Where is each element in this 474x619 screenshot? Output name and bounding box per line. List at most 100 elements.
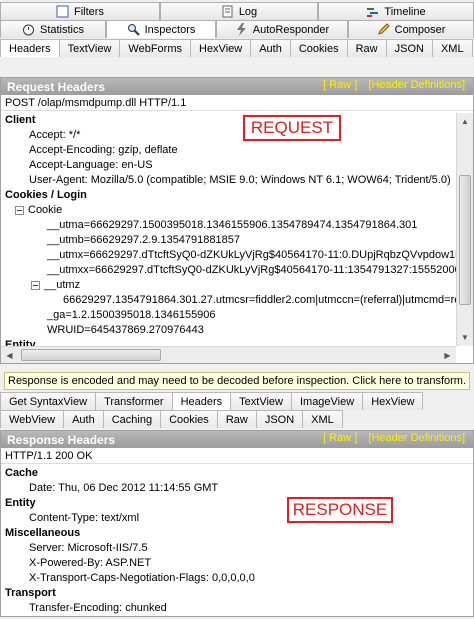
response-tab-get-syntaxview[interactable]: Get SyntaxView <box>0 392 97 410</box>
decode-notice-bar[interactable]: Response is encoded and may need to be d… <box>4 372 470 390</box>
response-tab-xml[interactable]: XML <box>302 410 343 428</box>
response-tab-headers[interactable]: Headers <box>171 392 232 410</box>
scroll-thumb[interactable] <box>459 175 471 305</box>
tab-composer[interactable]: Composer <box>348 20 474 38</box>
response-tab-auth[interactable]: Auth <box>63 410 104 428</box>
group-transport[interactable]: Transport <box>1 586 473 601</box>
request-inspector-tabs: Headers TextView WebForms HexView Auth C… <box>0 39 474 57</box>
magnifier-icon <box>127 23 140 36</box>
request-raw-link[interactable]: [ Raw ] <box>323 79 357 91</box>
tab-inspectors-label: Inspectors <box>144 23 196 36</box>
request-tab-xml[interactable]: XML <box>431 39 473 57</box>
stopwatch-icon <box>22 23 35 36</box>
response-header-definitions-link[interactable]: [Header Definitions] <box>368 432 465 444</box>
header-user-agent[interactable]: User-Agent: Mozilla/5.0 (compatible; MSI… <box>1 173 456 188</box>
request-tab-cookies[interactable]: Cookies <box>289 39 348 57</box>
tab-autoresponder-label: AutoResponder <box>252 23 330 36</box>
header-content-type[interactable]: Content-Type: text/xml <box>1 511 473 526</box>
tab-statistics[interactable]: Statistics <box>0 20 106 38</box>
tab-autoresponder[interactable]: AutoResponder <box>216 20 348 38</box>
response-tab-cookies[interactable]: Cookies <box>160 410 218 428</box>
request-tree: Client Accept: */* Accept-Encoding: gzip… <box>1 113 456 346</box>
collapse-toggle-icon[interactable] <box>31 280 40 290</box>
request-label: REQUEST <box>243 115 341 141</box>
header-server[interactable]: Server: Microsoft-IIS/7.5 <box>1 541 473 556</box>
header-transfer-encoding[interactable]: Transfer-Encoding: chunked <box>1 601 473 616</box>
group-client[interactable]: Client <box>1 113 456 128</box>
cookie-utma[interactable]: __utma=66629297.1500395018.1346155906.13… <box>1 218 456 233</box>
scroll-thumb[interactable] <box>21 349 161 361</box>
tab-statistics-label: Statistics <box>39 23 84 36</box>
response-tree: Cache Date: Thu, 06 Dec 2012 11:14:55 GM… <box>1 466 473 616</box>
request-headers-panel: Request Headers [ Raw ] [Header Definiti… <box>0 77 474 364</box>
header-date[interactable]: Date: Thu, 06 Dec 2012 11:14:55 GMT <box>1 481 473 496</box>
utmz-node[interactable]: __utmz <box>1 278 456 293</box>
utmz-value[interactable]: 66629297.1354791864.301.27.utmcsr=fiddle… <box>1 293 456 308</box>
request-horizontal-scrollbar[interactable]: ◀ ▶ <box>1 346 456 363</box>
timeline-icon <box>366 5 379 18</box>
request-tab-headers[interactable]: Headers <box>0 39 60 57</box>
collapse-toggle-icon[interactable] <box>15 205 24 215</box>
lightning-icon <box>235 23 248 36</box>
response-tab-transformer[interactable]: Transformer <box>95 392 173 410</box>
group-entity[interactable]: Entity <box>1 496 473 511</box>
cookie-wruid[interactable]: WRUID=645437869.270976443 <box>1 323 456 338</box>
tab-timeline-label: Timeline <box>384 5 426 18</box>
request-headers-title: Request Headers <box>7 79 106 94</box>
cookie-node-label: Cookie <box>28 204 63 216</box>
tab-timeline[interactable]: Timeline <box>318 2 474 20</box>
cookie-ga[interactable]: _ga=1.2.1500395018.1346155906 <box>1 308 456 323</box>
request-vertical-scrollbar[interactable]: ▲ ▼ <box>456 113 473 346</box>
response-tab-webview[interactable]: WebView <box>0 410 65 428</box>
top-tab-row-2: Statistics Inspectors AutoResponder Comp… <box>0 20 474 38</box>
scroll-right-icon[interactable]: ▶ <box>439 347 456 363</box>
tab-inspectors[interactable]: Inspectors <box>106 20 216 38</box>
top-tab-row-1: Filters Log Timeline <box>0 2 474 20</box>
header-accept[interactable]: Accept: */* <box>1 128 456 143</box>
response-headers-panel: Response Headers [ Raw ] [Header Definit… <box>0 430 474 617</box>
cookie-node[interactable]: Cookie <box>1 203 456 218</box>
header-accept-encoding[interactable]: Accept-Encoding: gzip, deflate <box>1 143 456 158</box>
group-miscellaneous[interactable]: Miscellaneous <box>1 526 473 541</box>
header-x-powered-by[interactable]: X-Powered-By: ASP.NET <box>1 556 473 571</box>
request-header-definitions-link[interactable]: [Header Definitions] <box>368 79 465 91</box>
response-tab-raw[interactable]: Raw <box>216 410 257 428</box>
checkbox-icon <box>56 5 69 18</box>
group-cache[interactable]: Cache <box>1 466 473 481</box>
response-tab-imageview[interactable]: ImageView <box>290 392 364 410</box>
request-tab-auth[interactable]: Auth <box>250 39 291 57</box>
tab-log[interactable]: Log <box>160 2 318 20</box>
log-icon <box>221 5 234 18</box>
cookie-utmb[interactable]: __utmb=66629297.2.9.1354791881857 <box>1 233 456 248</box>
response-headers-title: Response Headers <box>7 432 116 447</box>
request-headers-bar: Request Headers [ Raw ] [Header Definiti… <box>1 78 473 95</box>
tab-log-label: Log <box>238 5 258 18</box>
cookie-utmx[interactable]: __utmx=66629297.dTtcftSyQ0-dZKUkLyVjRg$4… <box>1 248 456 263</box>
response-inspector-tabs: Get SyntaxView Transformer Headers TextV… <box>0 392 474 428</box>
response-raw-link[interactable]: [ Raw ] <box>323 432 357 444</box>
header-x-transport-caps[interactable]: X-Transport-Caps-Negotiation-Flags: 0,0,… <box>1 571 473 586</box>
request-tab-textview[interactable]: TextView <box>58 39 121 57</box>
group-entity[interactable]: Entity <box>1 338 456 346</box>
scroll-left-icon[interactable]: ◀ <box>1 347 18 363</box>
request-tab-hexview[interactable]: HexView <box>190 39 252 57</box>
request-tab-raw[interactable]: Raw <box>346 39 387 57</box>
tab-filters-label: Filters <box>74 5 104 18</box>
response-label: RESPONSE <box>287 497 393 523</box>
response-headers-bar: Response Headers [ Raw ] [Header Definit… <box>1 431 473 448</box>
response-tab-hexview[interactable]: HexView <box>362 392 424 410</box>
response-tab-json[interactable]: JSON <box>255 410 304 428</box>
tab-composer-label: Composer <box>394 23 446 36</box>
tab-filters[interactable]: Filters <box>0 2 160 20</box>
group-cookies-login[interactable]: Cookies / Login <box>1 188 456 203</box>
response-tab-textview[interactable]: TextView <box>230 392 292 410</box>
request-line: POST /olap/msmdpump.dll HTTP/1.1 <box>1 95 473 111</box>
pencil-icon <box>377 23 390 36</box>
cookie-utmxx[interactable]: __utmxx=66629297.dTtcftSyQ0-dZKUkLyVjRg$… <box>1 263 456 278</box>
response-tab-caching[interactable]: Caching <box>102 410 162 428</box>
request-tab-json[interactable]: JSON <box>385 39 433 57</box>
scroll-down-icon[interactable]: ▼ <box>457 329 473 346</box>
scroll-up-icon[interactable]: ▲ <box>457 113 473 130</box>
request-tab-webforms[interactable]: WebForms <box>119 39 191 57</box>
header-accept-language[interactable]: Accept-Language: en-US <box>1 158 456 173</box>
